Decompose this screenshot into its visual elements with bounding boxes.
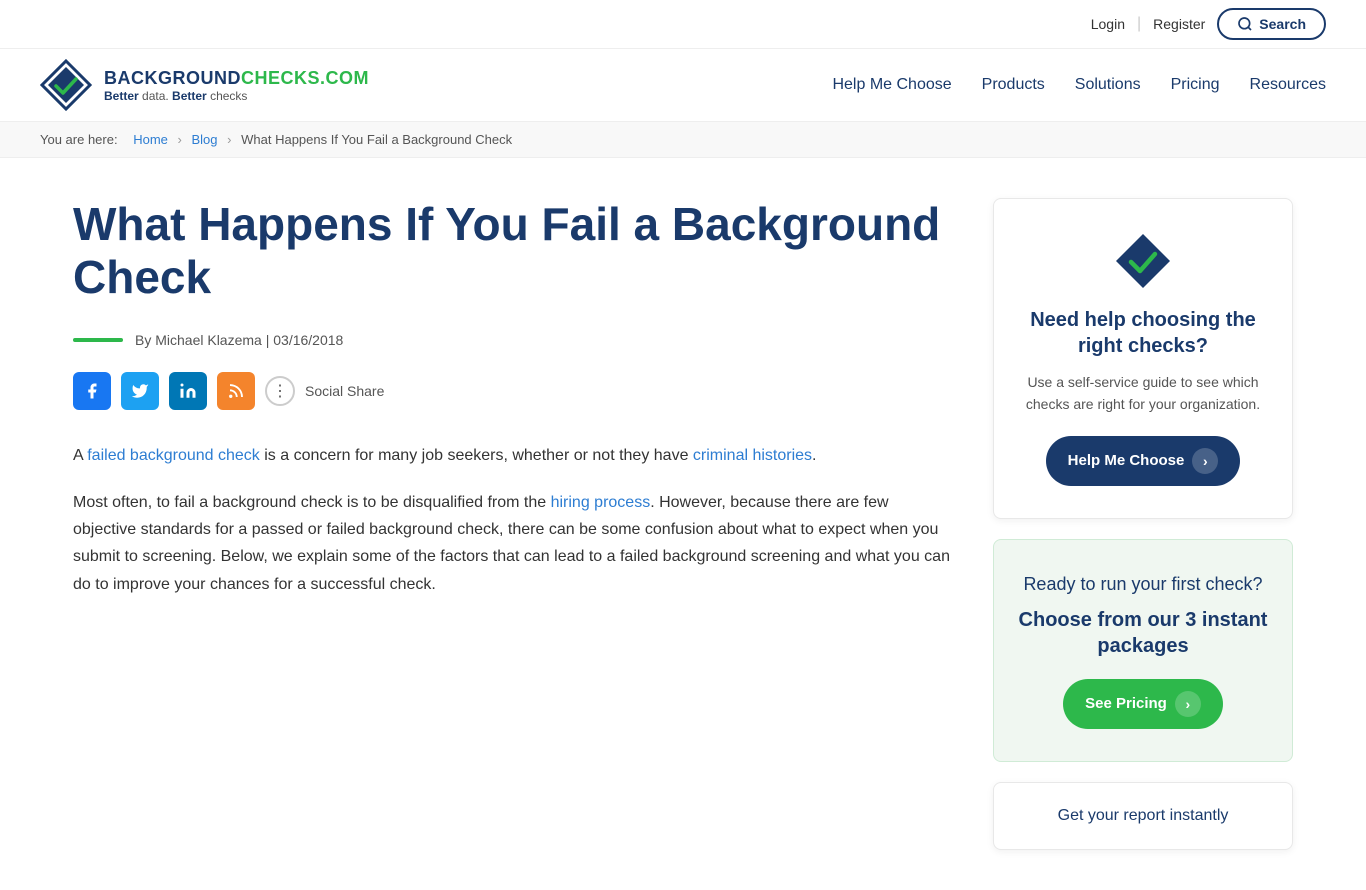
hiring-process-link[interactable]: hiring process <box>551 494 651 511</box>
logo-tagline: Better data. Better checks <box>104 89 369 103</box>
help-choose-desc: Use a self-service guide to see which ch… <box>1018 371 1268 416</box>
failed-bg-check-link[interactable]: failed background check <box>87 447 260 464</box>
linkedin-icon <box>179 382 197 400</box>
article-area: What Happens If You Fail a Background Ch… <box>73 198 953 850</box>
search-button[interactable]: Search <box>1217 8 1326 40</box>
sidebar-logo-icon <box>1113 231 1173 291</box>
article-body: A failed background check is a concern f… <box>73 442 953 598</box>
linkedin-share-button[interactable] <box>169 372 207 410</box>
logo-icon <box>40 59 92 111</box>
author-accent <box>73 338 123 342</box>
nav-help-me-choose[interactable]: Help Me Choose <box>832 76 951 94</box>
nav-links: Help Me Choose Products Solutions Pricin… <box>832 76 1326 94</box>
nav-solutions[interactable]: Solutions <box>1075 76 1141 94</box>
social-share-label: Social Share <box>305 383 384 399</box>
author-text: By Michael Klazema | 03/16/2018 <box>135 332 343 348</box>
see-pricing-button[interactable]: See Pricing › <box>1063 679 1223 729</box>
nav-pricing[interactable]: Pricing <box>1171 76 1220 94</box>
logo-text-area: BACKGROUNDCHECKS.COM Better data. Better… <box>104 68 369 103</box>
breadcrumb: You are here: Home › Blog › What Happens… <box>0 122 1366 158</box>
more-share-button[interactable]: ⋮ <box>265 376 295 406</box>
help-me-choose-button[interactable]: Help Me Choose › <box>1046 436 1241 486</box>
instant-report-card: Get your report instantly <box>993 782 1293 850</box>
nav-products[interactable]: Products <box>982 76 1045 94</box>
facebook-icon <box>83 382 101 400</box>
twitter-icon <box>131 382 149 400</box>
pricing-card-title: Ready to run your first check? <box>1018 572 1268 597</box>
instant-report-text: Get your report instantly <box>1018 807 1268 825</box>
facebook-share-button[interactable] <box>73 372 111 410</box>
article-para-2: Most often, to fail a background check i… <box>73 489 953 598</box>
rss-share-button[interactable] <box>217 372 255 410</box>
search-icon <box>1237 16 1253 32</box>
breadcrumb-current: What Happens If You Fail a Background Ch… <box>241 132 512 147</box>
sidebar: Need help choosing the right checks? Use… <box>993 198 1293 850</box>
social-share: ⋮ Social Share <box>73 372 953 410</box>
pricing-card-sub: Choose from our 3 instant packages <box>1018 607 1268 659</box>
criminal-histories-link[interactable]: criminal histories <box>693 447 812 464</box>
main-nav: BACKGROUNDCHECKS.COM Better data. Better… <box>0 49 1366 122</box>
top-bar-links: Login | Register Search <box>1091 8 1326 40</box>
top-bar: Login | Register Search <box>0 0 1366 49</box>
logo-area: BACKGROUNDCHECKS.COM Better data. Better… <box>40 59 369 111</box>
rss-icon <box>227 382 245 400</box>
article-title: What Happens If You Fail a Background Ch… <box>73 198 953 304</box>
breadcrumb-home[interactable]: Home <box>133 132 168 147</box>
breadcrumb-blog[interactable]: Blog <box>192 132 218 147</box>
nav-resources[interactable]: Resources <box>1250 76 1326 94</box>
register-link[interactable]: Register <box>1153 16 1205 32</box>
login-link[interactable]: Login <box>1091 16 1125 32</box>
top-bar-divider: | <box>1137 15 1141 33</box>
help-choose-title: Need help choosing the right checks? <box>1018 307 1268 359</box>
article-para-1: A failed background check is a concern f… <box>73 442 953 469</box>
see-pricing-arrow-icon: › <box>1175 691 1201 717</box>
twitter-share-button[interactable] <box>121 372 159 410</box>
author-line: By Michael Klazema | 03/16/2018 <box>73 332 953 348</box>
see-pricing-card: Ready to run your first check? Choose fr… <box>993 539 1293 762</box>
logo-name: BACKGROUNDCHECKS.COM <box>104 68 369 89</box>
help-choose-arrow-icon: › <box>1192 448 1218 474</box>
help-me-choose-card: Need help choosing the right checks? Use… <box>993 198 1293 519</box>
page-content: What Happens If You Fail a Background Ch… <box>33 158 1333 890</box>
